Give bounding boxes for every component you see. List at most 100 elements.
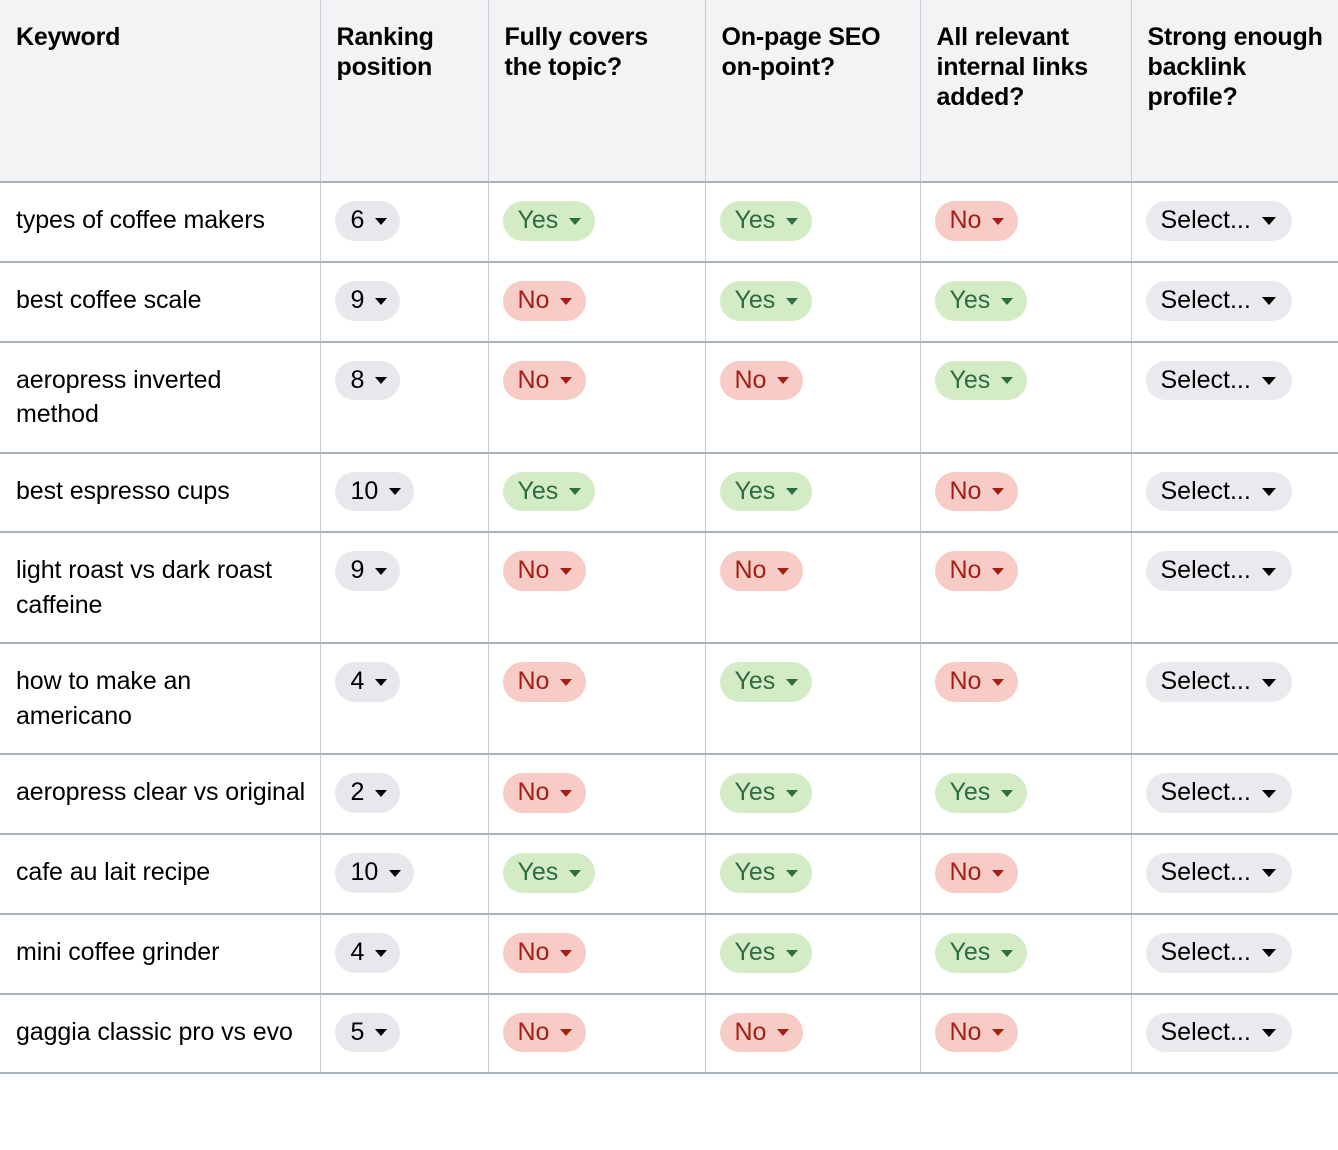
chevron-down-icon (569, 869, 582, 877)
chevron-down-icon (992, 1029, 1005, 1037)
cell-on-page-seo: Yes (705, 261, 921, 343)
table-row: aeropress clear vs original 2 No Yes Yes Sele… (0, 754, 1338, 835)
chevron-down-icon (375, 377, 388, 385)
on-page-seo-dropdown[interactable]: Yes (719, 932, 813, 973)
backlink-profile-dropdown[interactable]: Select... (1145, 471, 1292, 512)
fully-covers-topic-dropdown[interactable]: Yes (502, 471, 596, 512)
internal-links-dropdown[interactable]: No (934, 551, 1019, 591)
ranking-position-dropdown[interactable]: 10 (334, 471, 415, 512)
chevron-down-icon (786, 790, 799, 798)
fully-covers-topic-dropdown[interactable]: No (502, 932, 587, 973)
fully-covers-topic-dropdown[interactable]: Yes (502, 201, 596, 241)
cell-keyword: mini coffee grinder (0, 913, 321, 995)
internal-links-dropdown[interactable]: Yes (934, 932, 1028, 973)
chevron-down-icon (1261, 869, 1276, 878)
on-page-seo-dropdown[interactable]: Yes (719, 662, 813, 702)
cell-internal-links: Yes (920, 913, 1132, 995)
chevron-down-icon (375, 1029, 388, 1037)
ranking-position-dropdown[interactable]: 5 (334, 1012, 401, 1053)
fully-covers-topic-dropdown[interactable]: No (502, 280, 587, 321)
backlink-profile-dropdown[interactable]: Select... (1145, 662, 1292, 702)
fully-covers-topic-dropdown[interactable]: No (502, 662, 587, 702)
chevron-down-icon (786, 869, 799, 877)
internal-links-dropdown[interactable]: No (934, 471, 1019, 512)
fully-covers-topic-dropdown[interactable]: No (502, 1012, 587, 1053)
on-page-seo-dropdown[interactable]: Yes (719, 280, 813, 321)
ranking-position-dropdown[interactable]: 6 (334, 201, 401, 241)
on-page-seo-dropdown[interactable]: Yes (719, 201, 813, 241)
backlink-profile-value: Select... (1160, 556, 1251, 585)
cell-internal-links: No (920, 643, 1132, 756)
ranking-position-dropdown[interactable]: 2 (334, 773, 401, 813)
internal-links-value: Yes (949, 365, 991, 394)
fully-covers-topic-dropdown[interactable]: No (502, 773, 587, 813)
cell-ranking-position: 4 (320, 913, 489, 995)
chevron-down-icon (1001, 790, 1014, 798)
internal-links-dropdown[interactable]: Yes (934, 280, 1028, 321)
ranking-position-dropdown[interactable]: 8 (334, 360, 401, 401)
cell-ranking-position: 4 (320, 643, 489, 756)
keyword-text: light roast vs dark roast caffeine (16, 556, 272, 619)
cell-on-page-seo: Yes (705, 182, 921, 263)
backlink-profile-dropdown[interactable]: Select... (1145, 1012, 1292, 1053)
fully-covers-topic-value: No (517, 667, 550, 696)
backlink-profile-dropdown[interactable]: Select... (1145, 773, 1292, 813)
backlink-profile-value: Select... (1160, 206, 1251, 234)
table-row: how to make an americano 4 No Yes No Select..… (0, 643, 1338, 756)
backlink-profile-value: Select... (1160, 365, 1251, 394)
backlink-profile-value: Select... (1160, 1017, 1251, 1046)
backlink-profile-dropdown[interactable]: Select... (1145, 853, 1292, 893)
backlink-profile-dropdown[interactable]: Select... (1145, 201, 1292, 241)
fully-covers-topic-value: Yes (517, 206, 559, 234)
ranking-position-dropdown[interactable]: 9 (334, 551, 401, 591)
internal-links-dropdown[interactable]: No (934, 853, 1019, 893)
keyword-text: mini coffee grinder (16, 937, 220, 966)
table-header-row: Keyword Ranking position Fully covers th… (0, 0, 1338, 183)
keyword-text: best coffee scale (16, 285, 202, 314)
internal-links-dropdown[interactable]: No (934, 201, 1019, 241)
ranking-position-dropdown[interactable]: 4 (334, 932, 401, 973)
chevron-down-icon (992, 869, 1005, 877)
backlink-profile-dropdown[interactable]: Select... (1145, 551, 1292, 591)
on-page-seo-dropdown[interactable]: No (719, 360, 804, 401)
fully-covers-topic-dropdown[interactable]: No (502, 360, 587, 401)
fully-covers-topic-value: Yes (517, 476, 559, 505)
chevron-down-icon (777, 1029, 790, 1037)
on-page-seo-dropdown[interactable]: No (719, 1012, 804, 1053)
ranking-position-value: 4 (350, 937, 365, 966)
column-header-backlink-profile: Strong enough backlink profile? (1131, 0, 1338, 183)
cell-internal-links: No (920, 834, 1132, 915)
chevron-down-icon (992, 217, 1005, 225)
fully-covers-topic-dropdown[interactable]: No (502, 551, 587, 591)
internal-links-dropdown[interactable]: Yes (934, 360, 1028, 401)
internal-links-dropdown[interactable]: No (934, 662, 1019, 702)
on-page-seo-dropdown[interactable]: Yes (719, 853, 813, 893)
on-page-seo-dropdown[interactable]: Yes (719, 773, 813, 813)
cell-keyword: how to make an americano (0, 643, 321, 756)
on-page-seo-dropdown[interactable]: No (719, 551, 804, 591)
internal-links-value: No (949, 667, 982, 696)
ranking-position-dropdown[interactable]: 9 (334, 280, 401, 321)
ranking-position-dropdown[interactable]: 4 (334, 662, 401, 702)
backlink-profile-dropdown[interactable]: Select... (1145, 280, 1292, 321)
backlink-profile-value: Select... (1160, 858, 1251, 886)
fully-covers-topic-value: Yes (517, 858, 559, 886)
chevron-down-icon (375, 679, 388, 687)
backlink-profile-dropdown[interactable]: Select... (1145, 932, 1292, 973)
on-page-seo-value: Yes (734, 206, 776, 234)
fully-covers-topic-value: No (517, 778, 550, 807)
cell-ranking-position: 9 (320, 532, 489, 645)
ranking-position-dropdown[interactable]: 10 (334, 853, 415, 893)
fully-covers-topic-dropdown[interactable]: Yes (502, 853, 596, 893)
backlink-profile-value: Select... (1160, 937, 1251, 966)
internal-links-dropdown[interactable]: Yes (934, 773, 1028, 813)
internal-links-dropdown[interactable]: No (934, 1012, 1019, 1053)
cell-keyword: best espresso cups (0, 452, 321, 534)
chevron-down-icon (786, 217, 799, 225)
cell-keyword: types of coffee makers (0, 182, 321, 263)
cell-internal-links: No (920, 182, 1132, 263)
chevron-down-icon (1261, 487, 1276, 496)
table-row: cafe au lait recipe 10 Yes Yes No Select... (0, 834, 1338, 915)
backlink-profile-dropdown[interactable]: Select... (1145, 360, 1292, 401)
on-page-seo-dropdown[interactable]: Yes (719, 471, 813, 512)
